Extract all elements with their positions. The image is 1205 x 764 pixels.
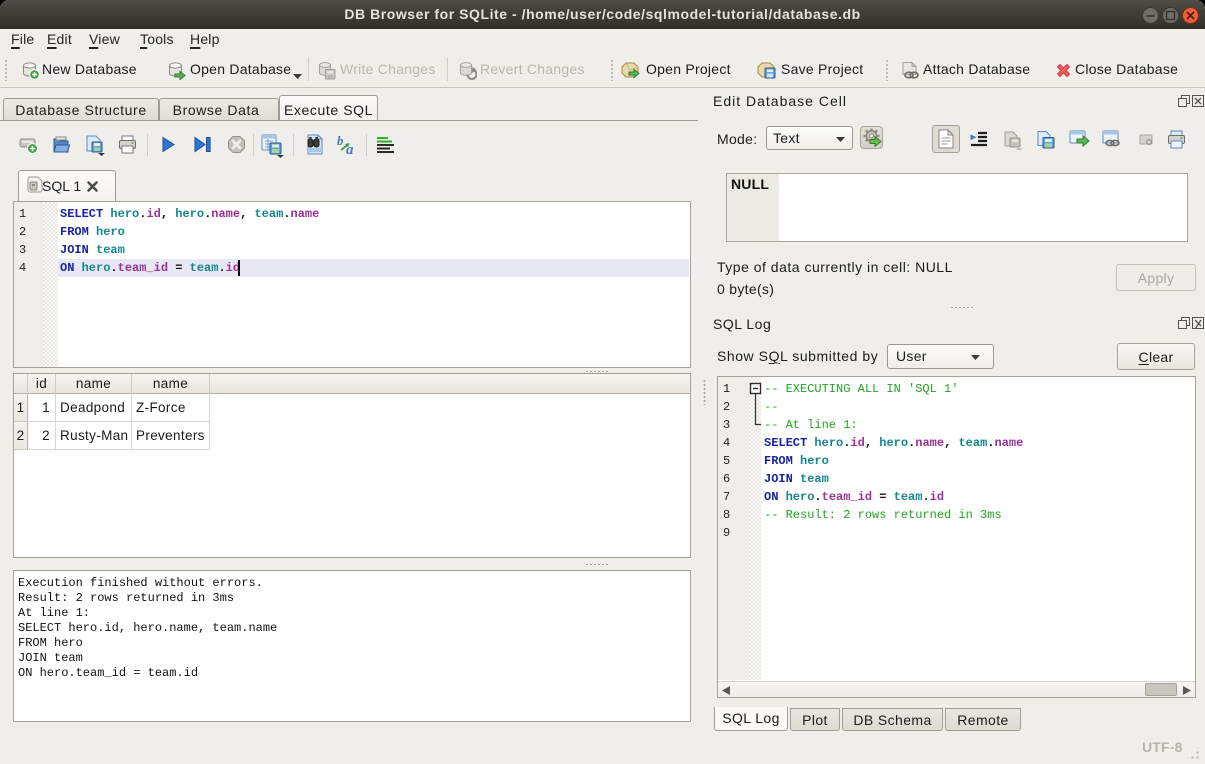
svg-text:b: b bbox=[337, 135, 344, 148]
